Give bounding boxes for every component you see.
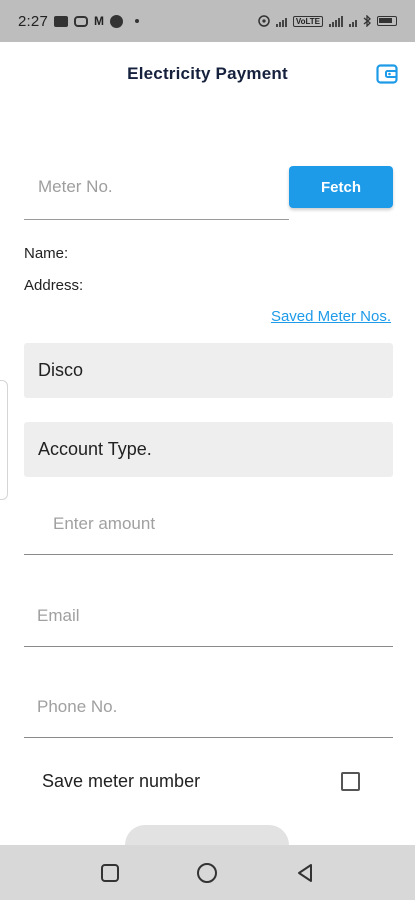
side-edge-handle[interactable] [0,380,8,500]
disco-select[interactable]: Disco [24,343,393,398]
bluetooth-icon [363,15,371,27]
whatsapp-notification-icon [110,14,123,28]
instagram-notification-icon [74,15,88,27]
save-meter-row[interactable]: Save meter number [42,768,372,796]
customer-name-label: Name: [24,245,69,262]
screen: 2:27 M VoLTE Electricity Payment Meter N… [0,0,415,900]
disco-select-label: Disco [38,360,84,380]
home-button[interactable] [196,862,218,884]
recents-button[interactable] [99,862,121,884]
meter-number-field[interactable] [24,160,289,220]
signal-2-icon [329,15,343,27]
circle-icon [197,863,217,883]
amount-field[interactable] [24,493,393,555]
phone-field[interactable] [24,676,393,738]
status-bar: 2:27 M VoLTE [0,0,415,42]
status-left: 2:27 M [18,13,139,30]
app-header: Electricity Payment [0,42,415,106]
gmail-notification-icon: M [94,14,104,28]
signal-3-icon [349,15,357,27]
status-right: VoLTE [258,15,397,27]
wallet-icon [376,64,398,84]
saved-meter-numbers-link[interactable]: Saved Meter Nos. [271,308,391,325]
customer-address-label: Address: [24,277,84,294]
amount-input[interactable] [53,511,373,537]
more-notifications-dot-icon [135,19,139,23]
triangle-back-icon [298,864,312,882]
signal-1-icon [275,15,287,27]
volte-icon: VoLTE [292,15,323,27]
hotspot-icon [258,15,270,27]
meter-number-input[interactable] [38,174,278,200]
fetch-button[interactable]: Fetch [289,166,393,208]
account-type-select[interactable]: Account Type. [24,422,393,477]
status-time: 2:27 [18,12,48,30]
save-meter-checkbox[interactable] [341,772,360,791]
page-title: Electricity Payment [127,64,288,83]
wallet-button[interactable] [376,64,398,84]
back-button[interactable] [294,862,316,884]
phone-input[interactable] [37,694,357,720]
system-nav-bar [0,845,415,900]
save-meter-label: Save meter number [42,771,201,791]
youtube-notification-icon [54,15,68,27]
battery-icon [377,16,397,26]
square-icon [101,864,119,882]
email-input[interactable] [37,603,357,629]
account-type-select-label: Account Type. [38,439,152,459]
email-field[interactable] [24,585,393,647]
